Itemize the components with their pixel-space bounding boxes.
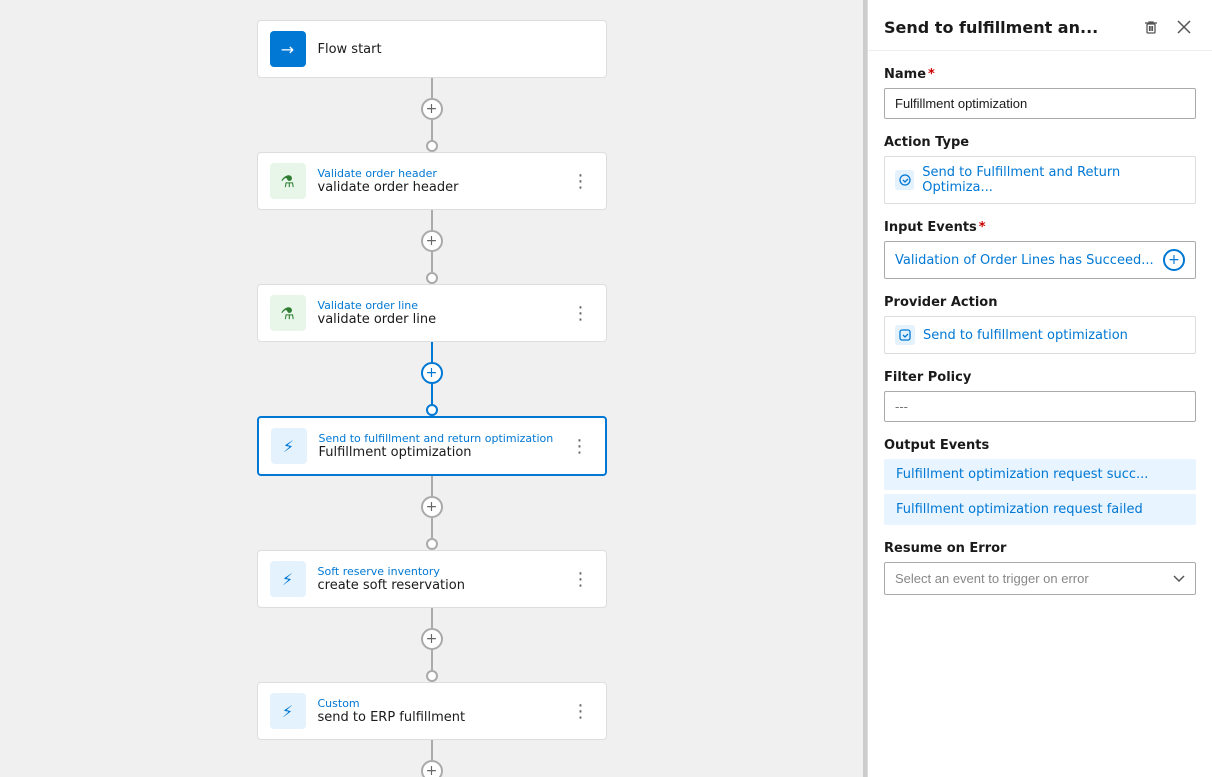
- connector-circle-1: [426, 140, 438, 152]
- add-button-4[interactable]: +: [421, 496, 443, 518]
- side-panel: Send to fulfillment an... Name*: [867, 0, 1212, 777]
- provider-action-text: Send to fulfillment optimization: [923, 328, 1128, 343]
- node-validate-line-content: Validate order line validate order line: [318, 299, 568, 327]
- node-soft-reserve-type: Soft reserve inventory: [318, 565, 568, 578]
- node-soft-reserve[interactable]: ⚡ Soft reserve inventory create soft res…: [257, 550, 607, 608]
- add-button-5[interactable]: +: [421, 628, 443, 650]
- connector-line-4b: [431, 518, 433, 538]
- output-events-label: Output Events: [884, 438, 1196, 453]
- filter-policy-field-group: Filter Policy: [884, 370, 1196, 422]
- connector-4: +: [421, 476, 443, 550]
- provider-action-box[interactable]: Send to fulfillment optimization: [884, 316, 1196, 354]
- panel-title: Send to fulfillment an...: [884, 18, 1130, 37]
- connector-2: +: [421, 210, 443, 284]
- connector-line-2b: [431, 252, 433, 272]
- connector-line-2: [431, 210, 433, 230]
- provider-action-field-group: Provider Action Send to fulfillment opti…: [884, 295, 1196, 354]
- node-custom-erp[interactable]: ⚡ Custom send to ERP fulfillment ⋮: [257, 682, 607, 740]
- node-validate-header-icon: ⚗: [270, 163, 306, 199]
- add-input-event-button[interactable]: +: [1163, 249, 1185, 271]
- node-validate-line-name: validate order line: [318, 312, 568, 327]
- node-validate-header-menu[interactable]: ⋮: [568, 169, 594, 194]
- node-validate-line-icon: ⚗: [270, 295, 306, 331]
- connector-line-3: [431, 342, 433, 362]
- panel-body: Name* Action Type Send to Fulfillment an…: [868, 51, 1212, 611]
- resume-on-error-label: Resume on Error: [884, 541, 1196, 556]
- node-soft-reserve-name: create soft reservation: [318, 578, 568, 593]
- connector-circle-5: [426, 670, 438, 682]
- node-validate-header-content: Validate order header validate order hea…: [318, 167, 568, 195]
- connector-circle-2: [426, 272, 438, 284]
- node-custom-erp-name: send to ERP fulfillment: [318, 710, 568, 725]
- connector-5: +: [421, 608, 443, 682]
- node-flow-start-name: Flow start: [318, 42, 594, 57]
- node-validate-line-type: Validate order line: [318, 299, 568, 312]
- action-type-label: Action Type: [884, 135, 1196, 150]
- resume-on-error-field-group: Resume on Error Select an event to trigg…: [884, 541, 1196, 595]
- connector-line-6: [431, 740, 433, 760]
- node-fulfillment-opt-icon: ⚡: [271, 428, 307, 464]
- node-flow-start-icon: →: [270, 31, 306, 67]
- node-fulfillment-opt-menu[interactable]: ⋮: [567, 434, 593, 459]
- node-flow-start-content: Flow start: [318, 42, 594, 57]
- output-events-list: Fulfillment optimization request succ...…: [884, 459, 1196, 525]
- input-events-box[interactable]: Validation of Order Lines has Succeed...…: [884, 241, 1196, 279]
- connector-6: +: [421, 740, 443, 777]
- node-custom-erp-menu[interactable]: ⋮: [568, 699, 594, 724]
- filter-policy-label: Filter Policy: [884, 370, 1196, 385]
- connector-line-1b: [431, 120, 433, 140]
- node-fulfillment-opt[interactable]: ⚡ Send to fulfillment and return optimiz…: [257, 416, 607, 476]
- action-type-icon: [895, 170, 914, 190]
- node-flow-start[interactable]: → Flow start: [257, 20, 607, 78]
- close-button[interactable]: [1172, 15, 1196, 39]
- provider-action-label: Provider Action: [884, 295, 1196, 310]
- connector-line-5: [431, 608, 433, 628]
- node-custom-erp-content: Custom send to ERP fulfillment: [318, 697, 568, 725]
- action-type-box[interactable]: Send to Fulfillment and Return Optimiza.…: [884, 156, 1196, 204]
- action-type-text: Send to Fulfillment and Return Optimiza.…: [922, 165, 1185, 195]
- connector-line-4: [431, 476, 433, 496]
- name-field-group: Name*: [884, 67, 1196, 119]
- panel-header: Send to fulfillment an...: [868, 0, 1212, 51]
- resume-on-error-select[interactable]: Select an event to trigger on error: [884, 562, 1196, 595]
- filter-policy-input[interactable]: [884, 391, 1196, 422]
- node-fulfillment-opt-content: Send to fulfillment and return optimizat…: [319, 432, 567, 460]
- name-input[interactable]: [884, 88, 1196, 119]
- output-events-field-group: Output Events Fulfillment optimization r…: [884, 438, 1196, 525]
- node-fulfillment-opt-type: Send to fulfillment and return optimizat…: [319, 432, 567, 445]
- flow-container: → Flow start + ⚗ Validate order header v…: [252, 20, 612, 777]
- connector-circle-4: [426, 538, 438, 550]
- input-events-text: Validation of Order Lines has Succeed...: [895, 253, 1163, 268]
- output-event-item-1[interactable]: Fulfillment optimization request failed: [884, 494, 1196, 525]
- node-validate-line[interactable]: ⚗ Validate order line validate order lin…: [257, 284, 607, 342]
- connector-3: +: [421, 342, 443, 416]
- add-button-1[interactable]: +: [421, 98, 443, 120]
- node-custom-erp-type: Custom: [318, 697, 568, 710]
- connector-line-5b: [431, 650, 433, 670]
- delete-button[interactable]: [1138, 14, 1164, 40]
- name-label: Name*: [884, 67, 1196, 82]
- output-event-item-0[interactable]: Fulfillment optimization request succ...: [884, 459, 1196, 490]
- node-soft-reserve-menu[interactable]: ⋮: [568, 567, 594, 592]
- node-validate-line-menu[interactable]: ⋮: [568, 301, 594, 326]
- node-validate-header-type: Validate order header: [318, 167, 568, 180]
- node-validate-header-name: validate order header: [318, 180, 568, 195]
- input-events-label: Input Events*: [884, 220, 1196, 235]
- input-events-field-group: Input Events* Validation of Order Lines …: [884, 220, 1196, 279]
- flow-canvas: → Flow start + ⚗ Validate order header v…: [0, 0, 863, 777]
- node-custom-erp-icon: ⚡: [270, 693, 306, 729]
- node-fulfillment-opt-name: Fulfillment optimization: [319, 445, 567, 460]
- node-soft-reserve-content: Soft reserve inventory create soft reser…: [318, 565, 568, 593]
- connector-circle-3: [426, 404, 438, 416]
- node-soft-reserve-icon: ⚡: [270, 561, 306, 597]
- connector-line-3b: [431, 384, 433, 404]
- provider-action-icon: [895, 325, 915, 345]
- connector-1: +: [421, 78, 443, 152]
- connector-line-1: [431, 78, 433, 98]
- node-validate-header[interactable]: ⚗ Validate order header validate order h…: [257, 152, 607, 210]
- action-type-field-group: Action Type Send to Fulfillment and Retu…: [884, 135, 1196, 204]
- add-button-2[interactable]: +: [421, 230, 443, 252]
- add-button-6[interactable]: +: [421, 760, 443, 777]
- add-button-3[interactable]: +: [421, 362, 443, 384]
